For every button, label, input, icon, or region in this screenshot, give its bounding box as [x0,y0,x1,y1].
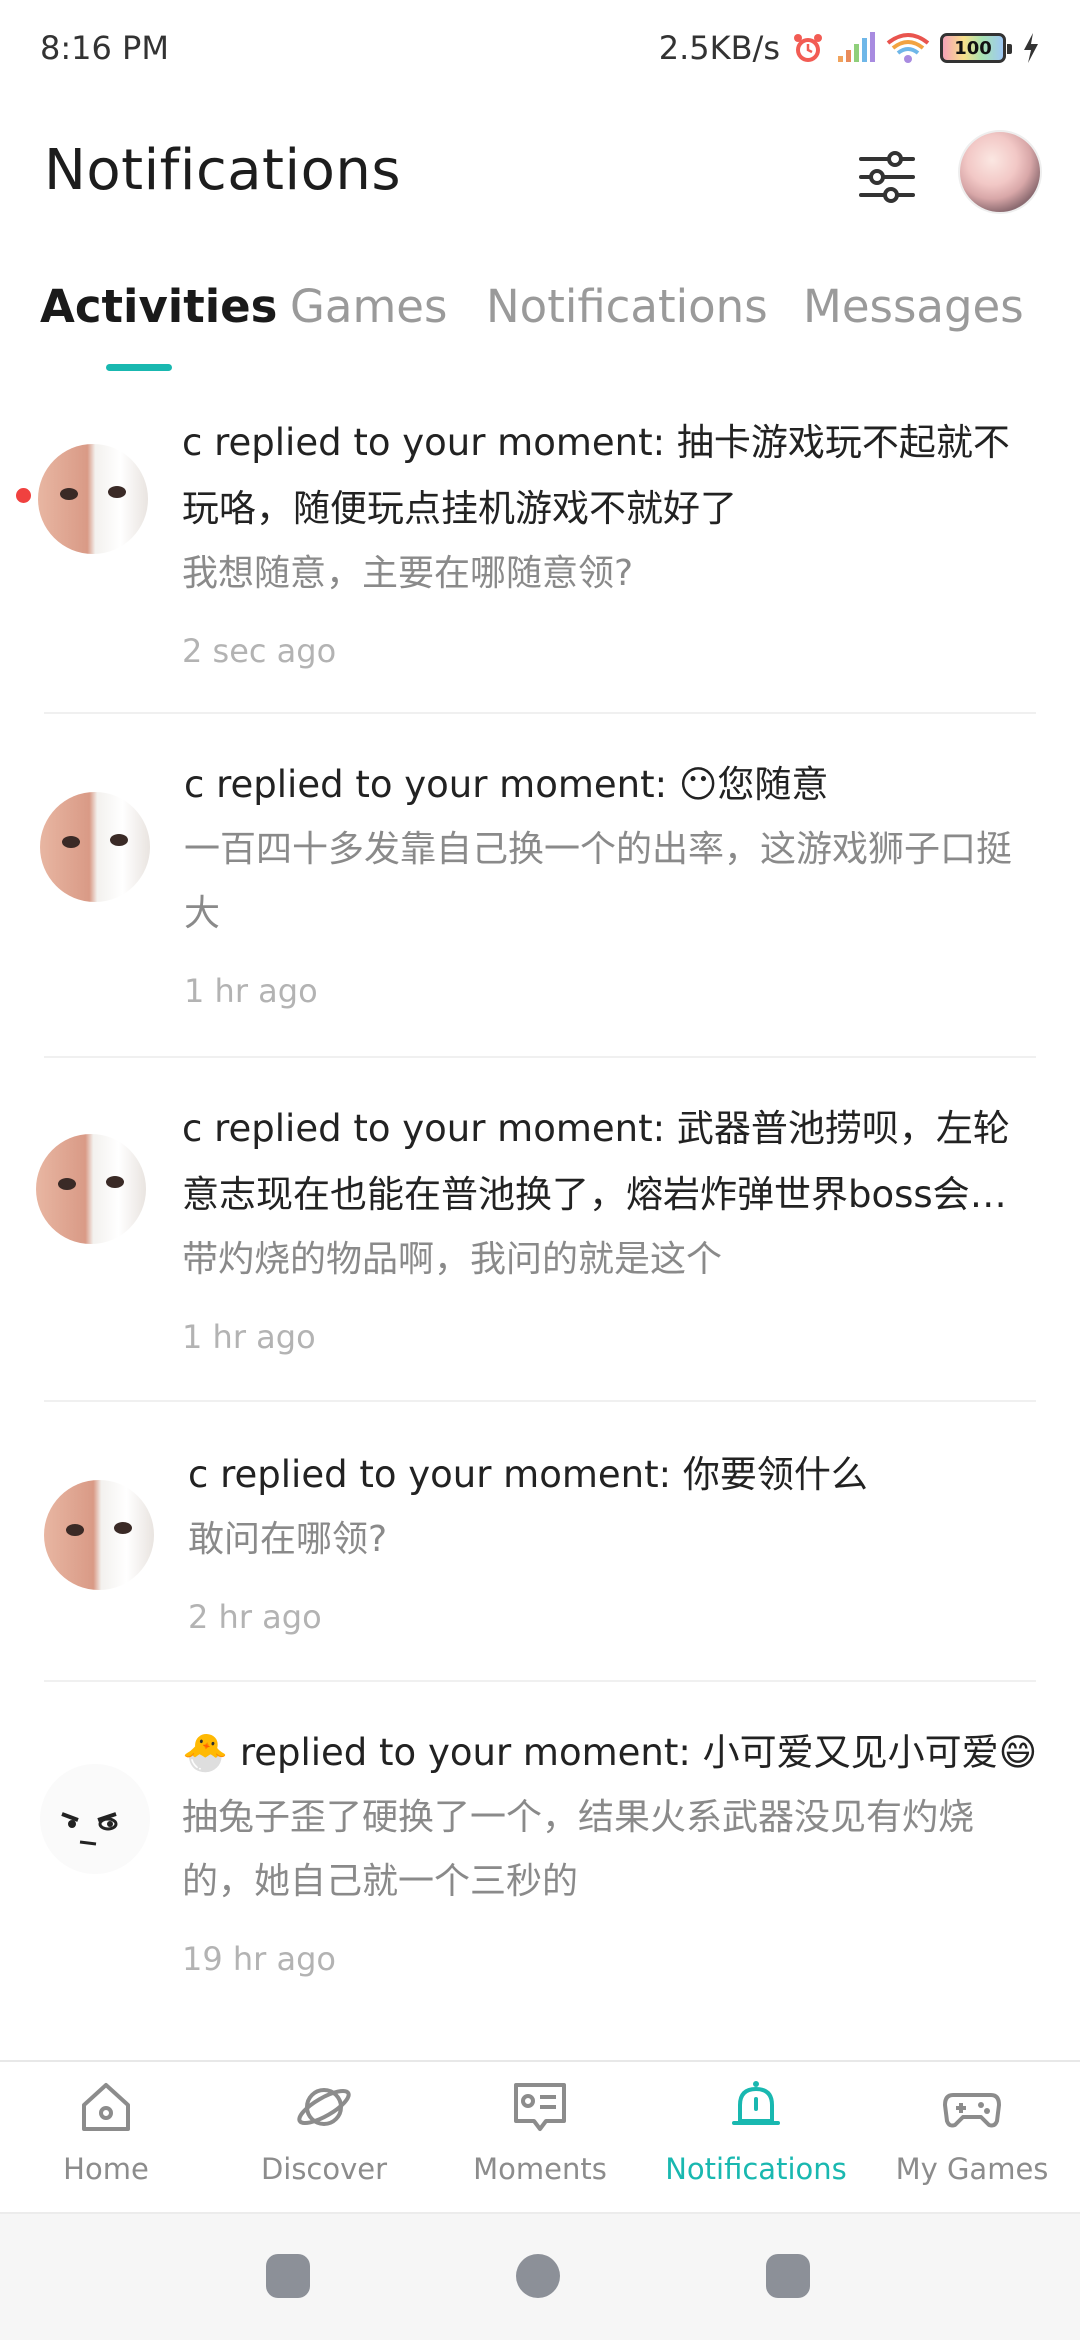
avatar[interactable] [44,1480,154,1590]
divider [44,1400,1036,1402]
status-time: 8:16 PM [40,29,169,67]
tab-games[interactable]: Games [290,280,447,333]
network-speed: 2.5KB/s [658,29,780,67]
grumpy-face-avatar-icon [61,1812,118,1846]
nav-label: Moments [473,2152,607,2186]
activity-time: 2 sec ago [182,632,337,670]
divider [44,712,1036,714]
status-indicators: 2.5KB/s 100 [659,29,1040,67]
activity-body[interactable]: 我想随意，主要在哪随意领? [182,542,1042,606]
nav-label: Notifications [665,2152,847,2186]
activity-headline[interactable]: c replied to your moment: 你要领什么 [188,1442,1048,1508]
sliders-icon [859,151,915,203]
activity-body[interactable]: 敢问在哪领? [188,1508,1048,1572]
planet-icon [293,2076,355,2138]
profile-avatar[interactable] [958,130,1042,214]
activity-time: 19 hr ago [182,1940,336,1978]
nav-label: Home [63,2152,149,2186]
nav-label: Discover [260,2152,388,2186]
menu-button[interactable] [266,2254,310,2298]
unread-dot [16,488,31,503]
avatar[interactable] [40,792,150,902]
status-bar: 8:16 PM 2.5KB/s 100 [0,0,1080,96]
page-title: Notifications [44,138,401,203]
tab-activities[interactable]: Activities [40,280,277,333]
header: Notifications [0,120,1080,230]
active-tab-indicator [106,364,172,371]
avatar[interactable] [40,1764,150,1874]
wifi-icon [886,31,930,65]
charging-icon [1022,33,1040,63]
filter-button[interactable] [848,140,926,214]
activity-body[interactable]: 一百四十多发靠自己换一个的出率，这游戏狮子口挺大 [184,818,1044,946]
bell-icon [725,2076,787,2138]
divider [44,1680,1036,1682]
activity-body[interactable]: 带灼烧的物品啊，我问的就是这个 [182,1228,1042,1292]
home-button[interactable] [516,2254,560,2298]
activity-feed[interactable]: c replied to your moment: 抽卡游戏玩不起就不玩咯，随便… [0,380,1080,2060]
nav-moments[interactable]: Moments [440,2076,640,2206]
gamepad-icon [941,2076,1003,2138]
back-button[interactable] [766,2254,810,2298]
system-navigation-bar [0,2212,1080,2340]
activity-headline[interactable]: 🐣 replied to your moment: 小可爱又见小可爱😄 [182,1720,1042,1786]
nav-label: My Games [895,2152,1049,2186]
tab-notifications[interactable]: Notifications [486,280,768,333]
nav-notifications[interactable]: Notifications [656,2076,856,2206]
nav-my-games[interactable]: My Games [872,2076,1072,2206]
activity-time: 1 hr ago [184,972,318,1010]
home-icon [75,2076,137,2138]
nav-discover[interactable]: Discover [224,2076,424,2206]
activity-headline[interactable]: c replied to your moment: 武器普池捞呗，左轮意志现在也… [182,1096,1042,1228]
avatar[interactable] [36,1134,146,1244]
alarm-icon [790,30,826,66]
tab-bar: Activities Games Notifications Messages [0,270,1080,371]
activity-time: 2 hr ago [188,1598,322,1636]
tab-messages[interactable]: Messages [803,280,1024,333]
activity-body[interactable]: 抽兔子歪了硬换了一个，结果火系武器没见有灼烧的，她自己就一个三秒的 [182,1786,1042,1914]
bottom-navigation: Home Discover Moments Notifications My G… [0,2060,1080,2210]
nav-home[interactable]: Home [6,2076,206,2206]
battery-icon: 100 [940,33,1012,63]
signal-icon [836,32,876,64]
divider [44,1056,1036,1058]
moments-icon [509,2076,571,2138]
activity-time: 1 hr ago [182,1318,316,1356]
activity-headline[interactable]: c replied to your moment: 😶您随意 [184,752,1044,818]
avatar[interactable] [38,444,148,554]
activity-headline[interactable]: c replied to your moment: 抽卡游戏玩不起就不玩咯，随便… [182,410,1042,542]
